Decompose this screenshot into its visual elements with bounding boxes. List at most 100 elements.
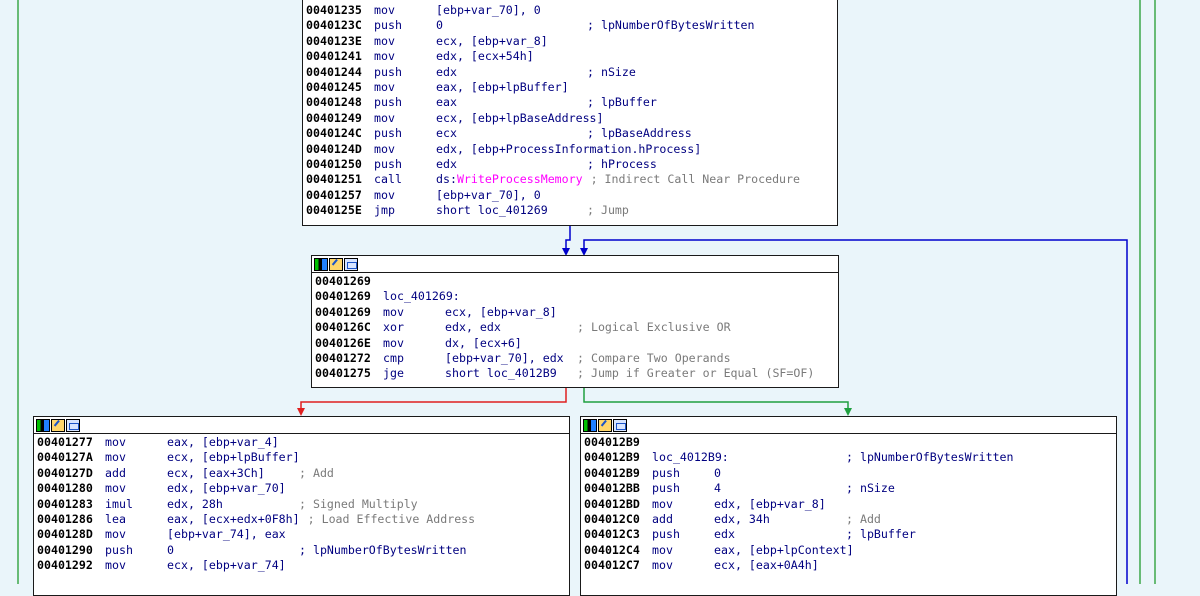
asm-line[interactable]: 00401283 imul edx, 28h ; Signed Multiply <box>37 497 569 512</box>
edge-false-branch-arrow <box>297 408 305 416</box>
asm-line[interactable]: 00401245 mov eax, [ebp+lpBuffer] <box>306 80 837 95</box>
asm-line[interactable]: 00401290 push 0 ; lpNumberOfBytesWritten <box>37 543 569 558</box>
asm-operands[interactable]: dx, [ecx+6] <box>445 336 569 351</box>
asm-operands[interactable]: 4 <box>714 481 838 496</box>
asm-operands[interactable]: edx, [ecx+54h] <box>436 49 579 64</box>
asm-operands[interactable]: ecx, [ebp+lpBuffer] <box>167 450 300 465</box>
asm-line[interactable]: 00401244 push edx ; nSize <box>306 65 837 80</box>
asm-operands[interactable]: eax, [ebp+lpBuffer] <box>436 80 579 95</box>
code-block-loc_4012B9[interactable]: 004012B9 004012B9 loc_4012B9:; lpNumberOfB… <box>580 416 1117 596</box>
asm-operands[interactable]: 0 <box>714 466 838 481</box>
asm-operands[interactable]: short loc_401269 <box>436 203 579 218</box>
asm-operands[interactable]: edx, [ebp+var_8] <box>714 497 838 512</box>
asm-comment: ; Jump if Greater or Equal (SF=OF) <box>577 366 815 381</box>
asm-label[interactable]: loc_4012B9: <box>652 450 838 465</box>
asm-line[interactable]: 00401249 mov ecx, [ebp+lpBaseAddress] <box>306 111 837 126</box>
asm-line[interactable]: 0040123C push 0 ; lpNumberOfBytesWritten <box>306 18 837 33</box>
asm-operands[interactable]: edx, [ebp+var_70] <box>167 481 291 496</box>
graph-overview-icon[interactable] <box>66 418 80 432</box>
asm-line[interactable]: 00401269 <box>315 274 838 289</box>
asm-line[interactable]: 0040126E mov dx, [ecx+6] <box>315 336 838 351</box>
asm-line[interactable]: 0040125E jmp short loc_401269 ; Jump <box>306 203 837 218</box>
asm-line[interactable]: 00401241 mov edx, [ecx+54h] <box>306 49 837 64</box>
asm-line[interactable]: 004012BD mov edx, [ebp+var_8] <box>584 497 1116 512</box>
asm-operands[interactable] <box>445 274 569 289</box>
asm-operands[interactable]: eax <box>436 95 579 110</box>
asm-operands[interactable]: edx, 34h <box>714 512 838 527</box>
asm-line[interactable]: 0040127A mov ecx, [ebp+lpBuffer] <box>37 450 569 465</box>
asm-line[interactable]: 0040123E mov ecx, [ebp+var_8] <box>306 34 837 49</box>
asm-operands[interactable]: edx, [ebp+ProcessInformation.hProcess] <box>436 142 701 157</box>
asm-operands[interactable]: [ebp+var_70], edx <box>445 351 569 366</box>
asm-comment: ; Signed Multiply <box>299 496 418 511</box>
asm-operands[interactable]: ds:WriteProcessMemory <box>436 172 583 187</box>
asm-line[interactable]: 004012C0 add edx, 34h ; Add <box>584 512 1116 527</box>
asm-line[interactable]: 004012C3 push edx ; lpBuffer <box>584 527 1116 542</box>
asm-line[interactable]: 00401250 push edx ; hProcess <box>306 157 837 172</box>
asm-line[interactable]: 004012B9 push 0 <box>584 466 1116 481</box>
code-block-00401235[interactable]: 00401235 mov [ebp+var_70], 0 0040123C push 0… <box>302 0 838 226</box>
asm-comment: ; lpNumberOfBytesWritten <box>299 542 467 557</box>
asm-line[interactable]: 00401280 mov edx, [ebp+var_70] <box>37 481 569 496</box>
asm-operands[interactable]: ecx, [ebp+var_8] <box>445 305 569 320</box>
asm-operands[interactable] <box>714 435 838 450</box>
asm-operands[interactable]: eax, [ebp+var_4] <box>167 435 291 450</box>
code-block-loc_401269[interactable]: 00401269 00401269 loc_401269: 00401269 mov e… <box>311 255 839 388</box>
asm-line[interactable]: 00401269 mov ecx, [ebp+var_8] <box>315 305 838 320</box>
asm-label[interactable]: loc_401269: <box>383 289 569 304</box>
asm-line[interactable]: 00401272 cmp [ebp+var_70], edx ; Compare T… <box>315 351 838 366</box>
asm-operands[interactable]: ecx, [ebp+var_74] <box>167 558 291 573</box>
asm-line[interactable]: 004012C7 mov ecx, [eax+0A4h] <box>584 558 1116 573</box>
api-import-name[interactable]: WriteProcessMemory <box>457 172 583 186</box>
asm-line[interactable]: 00401269 loc_401269: <box>315 289 838 304</box>
asm-operands[interactable]: 0 <box>436 18 579 33</box>
asm-operands[interactable]: [ebp+var_70], 0 <box>436 3 579 18</box>
asm-address: 00401277 <box>37 435 93 449</box>
asm-operands[interactable]: edx <box>436 65 579 80</box>
asm-line[interactable]: 00401248 push eax ; lpBuffer <box>306 95 837 110</box>
asm-operands[interactable]: edx <box>714 527 838 542</box>
asm-operands[interactable]: ecx, [eax+0A4h] <box>714 558 838 573</box>
node-color-icon[interactable] <box>36 418 50 432</box>
asm-comment: ; lpNumberOfBytesWritten <box>587 18 755 33</box>
node-color-icon[interactable] <box>314 257 328 271</box>
asm-line[interactable]: 004012B9 loc_4012B9: ; lpNumberOfBytesWrit… <box>584 450 1116 465</box>
asm-operands[interactable]: 0 <box>167 543 291 558</box>
asm-operands[interactable]: edx <box>436 157 579 172</box>
asm-operands[interactable]: short loc_4012B9 <box>445 366 569 381</box>
asm-line[interactable]: 00401292 mov ecx, [ebp+var_74] <box>37 558 569 573</box>
asm-operands[interactable]: edx, edx <box>445 320 569 335</box>
asm-line[interactable]: 00401257 mov [ebp+var_70], 0 <box>306 188 837 203</box>
asm-line[interactable]: 00401275 jge short loc_4012B9 ; Jump if Gr… <box>315 366 838 381</box>
asm-comment: ; lpBuffer <box>587 95 657 110</box>
asm-line[interactable]: 0040124C push ecx ; lpBaseAddress <box>306 126 837 141</box>
asm-line[interactable]: 00401235 mov [ebp+var_70], 0 <box>306 3 837 18</box>
rename-node-icon[interactable] <box>51 418 65 432</box>
asm-operands[interactable]: [ebp+var_70], 0 <box>436 188 579 203</box>
asm-line[interactable]: 004012B9 <box>584 435 1116 450</box>
asm-line[interactable]: 0040128D mov [ebp+var_74], eax <box>37 527 569 542</box>
graph-overview-icon[interactable] <box>613 418 627 432</box>
asm-operands[interactable]: ecx <box>436 126 579 141</box>
asm-operands[interactable]: edx, 28h <box>167 497 291 512</box>
asm-operands[interactable]: ecx, [ebp+var_8] <box>436 34 579 49</box>
asm-line[interactable]: 0040126C xor edx, edx ; Logical Exclusive … <box>315 320 838 335</box>
asm-operands[interactable]: ecx, [eax+3Ch] <box>167 466 291 481</box>
asm-operands[interactable]: eax, [ebp+lpContext] <box>714 543 854 558</box>
asm-line[interactable]: 0040124D mov edx, [ebp+ProcessInformation… <box>306 142 837 157</box>
rename-node-icon[interactable] <box>329 257 343 271</box>
asm-line[interactable]: 004012BB push 4 ; nSize <box>584 481 1116 496</box>
node-color-icon[interactable] <box>583 418 597 432</box>
asm-operands[interactable]: ecx, [ebp+lpBaseAddress] <box>436 111 604 126</box>
code-block-00401277[interactable]: 00401277 mov eax, [ebp+var_4] 0040127A mov … <box>33 416 570 596</box>
rename-node-icon[interactable] <box>598 418 612 432</box>
asm-line[interactable]: 00401251 call ds:WriteProcessMemory ; Indir… <box>306 172 837 187</box>
asm-line[interactable]: 004012C4 mov eax, [ebp+lpContext] <box>584 543 1116 558</box>
asm-line[interactable]: 0040127D add ecx, [eax+3Ch] ; Add <box>37 466 569 481</box>
asm-operands[interactable]: eax, [ecx+edx+0F8h] <box>167 512 300 527</box>
asm-line[interactable]: 00401286 lea eax, [ecx+edx+0F8h] ; Load Ef… <box>37 512 569 527</box>
block-header <box>312 256 838 273</box>
graph-overview-icon[interactable] <box>344 257 358 271</box>
asm-line[interactable]: 00401277 mov eax, [ebp+var_4] <box>37 435 569 450</box>
asm-operands[interactable]: [ebp+var_74], eax <box>167 527 291 542</box>
